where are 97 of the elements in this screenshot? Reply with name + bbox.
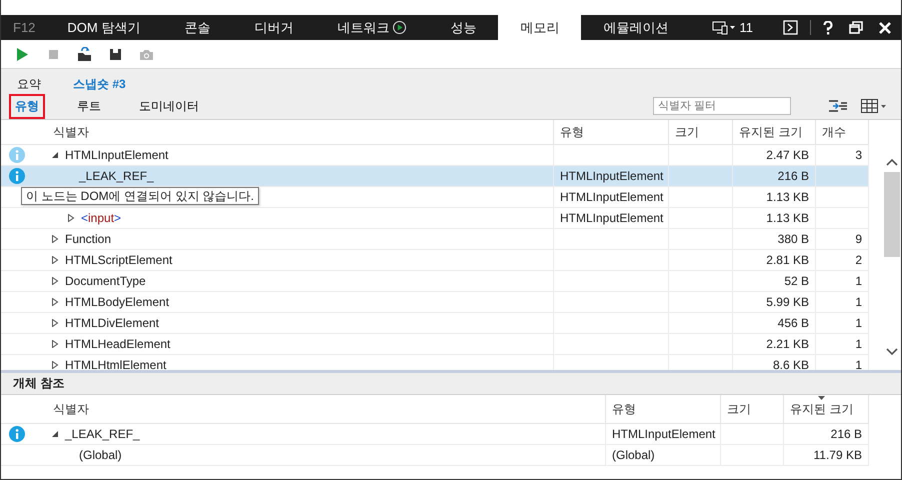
identifier-text: HTMLHtmlElement [65, 358, 166, 370]
identifier-text: HTMLHeadElement [65, 337, 170, 351]
column-header[interactable]: 식별자 [53, 400, 89, 418]
play-icon[interactable] [15, 46, 30, 62]
column-header[interactable]: 유형 [560, 124, 584, 140]
table-row[interactable]: HTMLBodyElement 5.99 KB 1 [1, 292, 869, 313]
console-icon[interactable] [783, 20, 798, 35]
identifier-text: HTMLDivElement [65, 316, 160, 330]
table-cell: HTMLInputElement [560, 169, 664, 183]
tab[interactable]: 성능 [428, 15, 498, 40]
columns-menu-icon[interactable] [861, 99, 887, 113]
table-cell: 1 [855, 358, 862, 370]
expand-triangle-icon[interactable] [67, 214, 75, 222]
table-cell: 2 [855, 253, 862, 267]
tooltip: 이 노드는 DOM에 연결되어 있지 않습니다. [21, 187, 259, 205]
identifier-text: HTMLInputElement [65, 148, 168, 162]
table-cell: 11.79 KB [814, 448, 862, 462]
expand-triangle-icon[interactable] [51, 298, 59, 306]
tab[interactable]: 에뮬레이션 [581, 15, 690, 40]
table-row[interactable]: Function 380 B 9 [1, 229, 869, 250]
table-row[interactable]: _LEAK_REF_ HTMLInputElement 216 B [1, 424, 869, 445]
save-icon[interactable] [108, 46, 123, 62]
breadcrumb-link[interactable]: 요약 [17, 76, 41, 92]
column-header[interactable]: 유지된 크기 [790, 400, 854, 418]
expand-triangle-icon[interactable] [51, 256, 59, 264]
table-cell: HTMLInputElement [560, 190, 664, 204]
column-header[interactable]: 식별자 [53, 124, 89, 140]
identifier-text: Function [65, 232, 112, 246]
identifier-text: HTMLBodyElement [65, 295, 170, 309]
collapse-list-icon[interactable] [829, 100, 847, 112]
table-row[interactable]: HTMLDivElement 456 B 1 [1, 313, 869, 334]
import-icon[interactable] [77, 46, 92, 62]
table-cell: 1.13 KB [766, 190, 809, 204]
breadcrumb-link[interactable]: 스냅숏 #3 [73, 76, 126, 92]
scroll-down-icon[interactable] [886, 348, 898, 356]
expand-triangle-icon[interactable] [51, 277, 59, 285]
table-cell: 380 B [778, 232, 809, 246]
table-cell: (Global) [612, 448, 655, 462]
table-row[interactable]: HTMLHeadElement 2.21 KB 1 [1, 334, 869, 355]
table-cell: 456 B [778, 316, 809, 330]
table-row[interactable]: (Global) (Global) 11.79 KB [1, 445, 869, 466]
expand-triangle-icon[interactable] [51, 340, 59, 348]
table-cell: 1 [855, 316, 862, 330]
table-cell: 2.21 KB [766, 337, 809, 351]
identifier-text: (Global) [79, 448, 122, 462]
column-header[interactable]: 유지된 크기 [739, 124, 802, 140]
table-cell: 1 [855, 295, 862, 309]
tab[interactable]: 디버거 [232, 15, 316, 40]
scrollbar-thumb[interactable] [884, 172, 900, 257]
device-icon[interactable] [712, 20, 736, 34]
table-cell: 1 [855, 274, 862, 288]
table-cell: 216 B [830, 427, 862, 441]
table-cell: 52 B [784, 274, 809, 288]
column-header[interactable]: 유형 [612, 400, 636, 418]
table-cell: 3 [855, 148, 862, 162]
identifier-text: HTMLScriptElement [65, 253, 172, 267]
table-row[interactable]: HTMLScriptElement 2.81 KB 2 [1, 250, 869, 271]
expand-triangle-icon[interactable] [51, 235, 59, 243]
tab[interactable]: 콘솔 [162, 15, 232, 40]
table-cell: HTMLInputElement [612, 427, 716, 441]
recording-icon [393, 21, 406, 34]
table-cell: 5.99 KB [766, 295, 809, 309]
section-title: 개체 참조 [1, 373, 901, 395]
table-cell: 1.13 KB [766, 211, 809, 225]
close-icon[interactable] [879, 22, 891, 34]
table-cell: 216 B [778, 169, 809, 183]
tab[interactable]: 메모리 [498, 15, 582, 40]
identifier-text: _LEAK_REF_ [79, 169, 154, 183]
column-header[interactable]: 크기 [727, 400, 751, 418]
table-cell: 2.81 KB [766, 253, 809, 267]
element-tag: <input> [81, 211, 122, 225]
collapse-triangle-icon[interactable] [51, 430, 59, 438]
tab[interactable]: DOM 탐색기 [45, 15, 162, 40]
tab[interactable]: 네트워크 [315, 15, 428, 40]
table-cell: 9 [855, 232, 862, 246]
column-header[interactable]: 크기 [675, 124, 699, 140]
filter-field[interactable]: 식별자 필터 [653, 97, 791, 115]
table-cell: HTMLInputElement [560, 211, 664, 225]
scroll-up-icon[interactable] [886, 158, 898, 166]
view-tab[interactable]: 루트 [71, 94, 107, 118]
table-cell: 1 [855, 337, 862, 351]
target-count: 11 [740, 19, 754, 37]
view-tab[interactable]: 유형 [9, 94, 45, 118]
table-row[interactable]: DocumentType 52 B 1 [1, 271, 869, 292]
table-cell: 2.47 KB [766, 148, 809, 162]
expand-triangle-icon[interactable] [51, 361, 59, 369]
tab[interactable]: F12 [1, 15, 46, 40]
table-cell: 8.6 KB [772, 358, 809, 370]
restore-icon[interactable] [849, 21, 863, 34]
help-icon[interactable] [823, 20, 833, 34]
table-row[interactable]: <input> HTMLInputElement 1.13 KB [1, 208, 869, 229]
identifier-text: DocumentType [65, 274, 146, 288]
column-header[interactable]: 개수 [822, 124, 846, 140]
expand-triangle-icon[interactable] [51, 319, 59, 327]
view-tab[interactable]: 도미네이터 [133, 94, 205, 118]
identifier-text: _LEAK_REF_ [65, 427, 140, 441]
collapse-triangle-icon[interactable] [51, 151, 59, 159]
